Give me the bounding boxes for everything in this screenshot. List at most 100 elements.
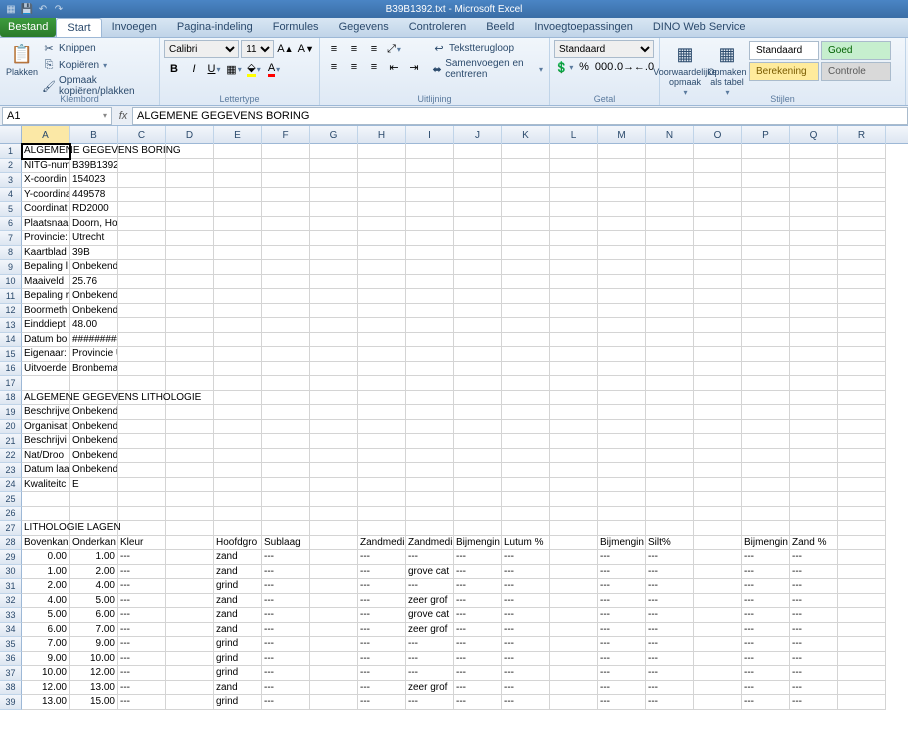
cell[interactable]: ---	[262, 608, 310, 623]
cell[interactable]	[454, 478, 502, 493]
cell[interactable]	[406, 420, 454, 435]
cell[interactable]	[406, 478, 454, 493]
cell[interactable]	[166, 478, 214, 493]
cell[interactable]	[550, 550, 598, 565]
cell[interactable]: zand	[214, 565, 262, 580]
cell[interactable]	[694, 260, 742, 275]
row-header[interactable]: 4	[0, 188, 22, 203]
cell[interactable]: zand	[214, 594, 262, 609]
row-header[interactable]: 2	[0, 159, 22, 174]
cell[interactable]	[790, 492, 838, 507]
cell[interactable]	[262, 333, 310, 348]
orientation-button[interactable]: ⤢	[384, 40, 404, 58]
cell[interactable]: ---	[454, 695, 502, 710]
cell[interactable]	[838, 333, 886, 348]
cell[interactable]: ---	[598, 666, 646, 681]
row-header[interactable]: 31	[0, 579, 22, 594]
cell[interactable]: 13.00	[70, 681, 118, 696]
cell[interactable]	[694, 463, 742, 478]
cell[interactable]: zand	[214, 623, 262, 638]
cell[interactable]	[694, 246, 742, 261]
cell[interactable]	[502, 347, 550, 362]
cell[interactable]	[310, 173, 358, 188]
cell[interactable]	[502, 420, 550, 435]
save-icon[interactable]: 💾	[20, 2, 34, 16]
cell[interactable]	[742, 405, 790, 420]
cell[interactable]	[454, 173, 502, 188]
cell[interactable]	[310, 594, 358, 609]
cell[interactable]	[166, 188, 214, 203]
row-header[interactable]: 17	[0, 376, 22, 391]
cell[interactable]: grind	[214, 637, 262, 652]
column-header-F[interactable]: F	[262, 126, 310, 144]
cell[interactable]	[406, 231, 454, 246]
row-header[interactable]: 16	[0, 362, 22, 377]
cell[interactable]	[310, 695, 358, 710]
row-header[interactable]: 21	[0, 434, 22, 449]
cell[interactable]: ---	[454, 550, 502, 565]
cell[interactable]	[598, 188, 646, 203]
cell[interactable]: 25.76	[70, 275, 118, 290]
row-header[interactable]: 34	[0, 623, 22, 638]
cell[interactable]: Onbekend	[70, 449, 118, 464]
cell[interactable]	[838, 304, 886, 319]
cell[interactable]	[550, 304, 598, 319]
row-header[interactable]: 15	[0, 347, 22, 362]
cell[interactable]	[550, 565, 598, 580]
cell[interactable]	[502, 463, 550, 478]
cell[interactable]	[694, 188, 742, 203]
cell[interactable]: 5.00	[22, 608, 70, 623]
cell[interactable]	[694, 333, 742, 348]
cell[interactable]	[694, 478, 742, 493]
cell[interactable]	[790, 246, 838, 261]
cell[interactable]	[646, 449, 694, 464]
cell[interactable]	[694, 652, 742, 667]
cell[interactable]	[742, 202, 790, 217]
cell[interactable]	[310, 246, 358, 261]
cell[interactable]	[310, 434, 358, 449]
cell[interactable]: ---	[358, 565, 406, 580]
cell[interactable]	[694, 681, 742, 696]
cell[interactable]	[262, 434, 310, 449]
cell[interactable]	[214, 289, 262, 304]
cell[interactable]	[166, 434, 214, 449]
cell[interactable]: ALGEMENE GEGEVENS BORING	[22, 144, 70, 159]
cell[interactable]	[310, 202, 358, 217]
cell[interactable]: ---	[790, 666, 838, 681]
row-header[interactable]: 28	[0, 536, 22, 551]
cell[interactable]: Y-coordina	[22, 188, 70, 203]
cell[interactable]	[358, 217, 406, 232]
cell[interactable]	[550, 579, 598, 594]
cell[interactable]: ---	[262, 695, 310, 710]
cell[interactable]	[454, 362, 502, 377]
cell[interactable]: ---	[742, 666, 790, 681]
cell[interactable]	[454, 231, 502, 246]
cell[interactable]	[694, 594, 742, 609]
cell[interactable]	[598, 333, 646, 348]
cell[interactable]	[790, 521, 838, 536]
cell[interactable]	[502, 188, 550, 203]
cell[interactable]	[406, 188, 454, 203]
row-header[interactable]: 36	[0, 652, 22, 667]
cell[interactable]: ---	[118, 652, 166, 667]
cell[interactable]	[262, 376, 310, 391]
cell[interactable]: ---	[454, 594, 502, 609]
tab-invoegtoepassingen[interactable]: Invoegtoepassingen	[524, 18, 642, 37]
cell[interactable]	[790, 304, 838, 319]
cell[interactable]	[310, 666, 358, 681]
cell[interactable]	[838, 521, 886, 536]
cell[interactable]	[454, 521, 502, 536]
cell[interactable]	[550, 246, 598, 261]
cell[interactable]: ---	[646, 594, 694, 609]
cell[interactable]	[166, 652, 214, 667]
cell[interactable]	[838, 173, 886, 188]
cell[interactable]	[646, 391, 694, 406]
cell[interactable]: ---	[406, 695, 454, 710]
cell[interactable]	[310, 492, 358, 507]
align-top-button[interactable]: ≡	[324, 40, 344, 58]
cell[interactable]	[742, 289, 790, 304]
cell[interactable]: Onbekend	[70, 434, 118, 449]
cell[interactable]	[838, 202, 886, 217]
cell[interactable]	[790, 260, 838, 275]
cell[interactable]	[358, 159, 406, 174]
